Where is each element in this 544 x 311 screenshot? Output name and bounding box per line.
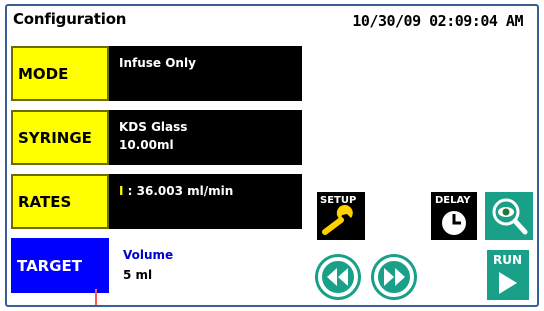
rates-value: I : 36.003 ml/min bbox=[119, 182, 233, 200]
selection-pointer bbox=[95, 289, 97, 305]
fast-forward-button[interactable] bbox=[371, 254, 417, 300]
pump-config-screen: Configuration 10/30/09 02:09:04 AM MODE … bbox=[5, 4, 539, 307]
target-amount: 5 ml bbox=[123, 268, 153, 282]
target-label[interactable]: TARGET bbox=[11, 238, 109, 293]
rewind-icon bbox=[318, 257, 358, 297]
syringe-value: KDS Glass 10.00ml bbox=[119, 118, 187, 154]
target-type: Volume bbox=[123, 248, 174, 262]
syringe-label[interactable]: SYRINGE bbox=[11, 110, 109, 165]
delay-button[interactable]: DELAY bbox=[431, 192, 477, 240]
infuse-rate-value: : 36.003 ml/min bbox=[123, 184, 234, 198]
rates-row[interactable]: RATES I : 36.003 ml/min bbox=[11, 174, 302, 229]
datetime-display: 10/30/09 02:09:04 AM bbox=[352, 12, 523, 30]
mode-label[interactable]: MODE bbox=[11, 46, 109, 101]
rates-label[interactable]: RATES bbox=[11, 174, 109, 229]
view-button[interactable] bbox=[485, 192, 533, 240]
page-title: Configuration bbox=[13, 10, 127, 28]
setup-button[interactable]: SETUP bbox=[317, 192, 365, 240]
syringe-size: 10.00ml bbox=[119, 138, 174, 152]
syringe-type: KDS Glass bbox=[119, 120, 188, 134]
play-icon bbox=[499, 272, 517, 294]
rewind-button[interactable] bbox=[315, 254, 361, 300]
run-button[interactable]: RUN bbox=[487, 250, 529, 300]
clock-icon bbox=[442, 211, 466, 235]
syringe-row[interactable]: SYRINGE KDS Glass 10.00ml bbox=[11, 110, 302, 165]
target-row[interactable]: TARGET Volume 5 ml bbox=[11, 238, 302, 293]
mode-row[interactable]: MODE Infuse Only bbox=[11, 46, 302, 101]
wrench-icon bbox=[322, 204, 353, 235]
eye-magnifier-icon bbox=[492, 198, 528, 235]
mode-value: Infuse Only bbox=[119, 56, 196, 70]
fast-forward-icon bbox=[374, 257, 414, 297]
